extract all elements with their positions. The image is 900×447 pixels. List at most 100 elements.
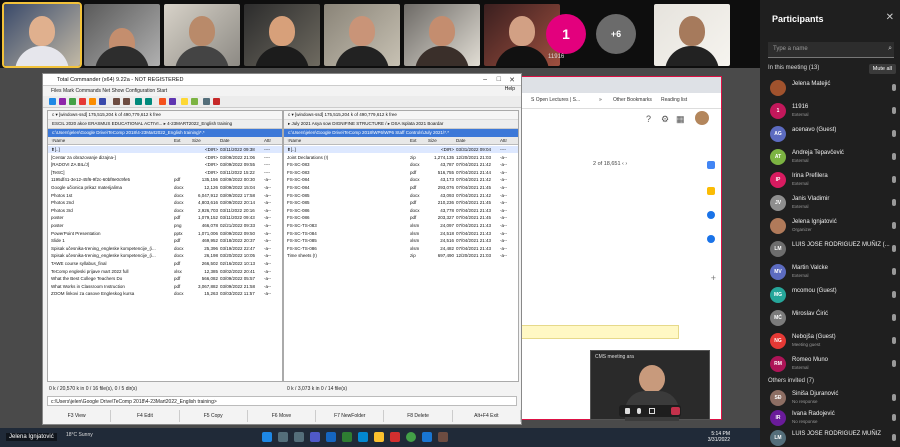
clock[interactable]: 5:14 PM 3/31/2022 bbox=[708, 431, 730, 443]
edge-icon[interactable] bbox=[358, 432, 368, 442]
left-drive-bar[interactable]: c ▾ [windows-ssd] 175,515,204 k of 490,7… bbox=[48, 111, 282, 120]
file-row[interactable]: FS-SC-TS-084 xlsm 24,518 07/04/2021 21:43 -a… bbox=[284, 230, 518, 237]
left-folder-tabs[interactable]: ESCIL 2020 akce ERASMUS EDUCATIONAL ACTI… bbox=[48, 120, 282, 129]
video-tile-2[interactable] bbox=[84, 4, 160, 66]
participant-row[interactable]: NG Nebojša (Guest) Meeting guest bbox=[770, 331, 898, 353]
minimize-icon[interactable]: – bbox=[483, 76, 487, 83]
bookmark-reading-list[interactable]: Reading list bbox=[661, 97, 687, 103]
excel-icon[interactable] bbox=[342, 432, 352, 442]
rename-icon[interactable] bbox=[169, 98, 176, 105]
participant-bubble-11916[interactable]: 1 bbox=[546, 14, 586, 54]
f4-edit-button[interactable]: F4 Edit bbox=[111, 410, 180, 422]
file-row[interactable]: Photos 2nd docx 4,803,616 03/09/2022 20:14 -… bbox=[48, 199, 282, 206]
file-row[interactable]: ⬆[..] <DIR> 03/31/2022 09:04 ---- bbox=[284, 146, 518, 154]
ftp-icon[interactable] bbox=[191, 98, 198, 105]
tc-menu[interactable]: Files Mark Commands Net Show Configurati… bbox=[43, 86, 521, 96]
col-attr[interactable]: Attr bbox=[500, 137, 516, 145]
file-row[interactable]: [TeSC] <DIR> 03/11/2022 15:22 ---- bbox=[48, 169, 282, 176]
weather-widget[interactable]: 18°C Sunny bbox=[66, 432, 93, 438]
right-folder-tabs[interactable]: ▸ July 2021 Asya sow DIGNIFINE STRUCTURE… bbox=[284, 120, 518, 129]
participant-row[interactable]: AG acenavo (Guest) bbox=[770, 124, 898, 146]
file-explorer-icon[interactable] bbox=[374, 432, 384, 442]
right-file-pane[interactable]: c ▾ [windows-ssd] 175,515,204 k of 490,7… bbox=[283, 110, 519, 382]
participant-row[interactable]: LM LUIS JOSE RODRIGUEZ MUÑIZ bbox=[770, 428, 898, 447]
file-row[interactable]: poster png 466,078 02/21/2022 09:33 -a-- bbox=[48, 222, 282, 229]
file-row[interactable]: Time sheets (!) zip 697,490 12/20/2021 21:0… bbox=[284, 252, 518, 259]
start-icon[interactable] bbox=[262, 432, 272, 442]
file-row[interactable]: FS-SC-TS-085 xlsm 24,516 07/04/2021 21:43 -a… bbox=[284, 237, 518, 244]
search-icon[interactable] bbox=[159, 98, 166, 105]
file-row[interactable]: FS-SC-TS-083 xlsm 24,097 07/04/2021 21:43 -a… bbox=[284, 222, 518, 229]
mute-all-button[interactable]: Mute all bbox=[868, 64, 896, 74]
col-ext[interactable]: Ext bbox=[174, 137, 188, 145]
bookmark-other[interactable]: Other Bookmarks bbox=[613, 97, 652, 103]
add-icon[interactable]: + bbox=[711, 273, 716, 283]
file-row[interactable]: [RADOVI ZA BIL/J] <DIR> 03/09/2022 09:55 --… bbox=[48, 161, 282, 168]
f8-delete-button[interactable]: F8 Delete bbox=[384, 410, 453, 422]
share-icon[interactable] bbox=[649, 408, 655, 414]
unpack-icon[interactable] bbox=[145, 98, 152, 105]
file-row[interactable]: FS-SC-084 docx 43,173 07/04/2021 21:42 -a-- bbox=[284, 176, 518, 183]
col-attr[interactable]: Attr bbox=[264, 137, 280, 145]
contacts-icon[interactable] bbox=[707, 235, 715, 243]
maximize-icon[interactable]: □ bbox=[497, 76, 501, 83]
participant-row[interactable]: IR Ivana Radojević No response bbox=[770, 408, 898, 430]
powerpoint-icon[interactable] bbox=[390, 432, 400, 442]
file-row[interactable]: FS-SC-TS-086 xlsm 24,482 07/04/2021 21:43 -a… bbox=[284, 245, 518, 252]
file-row[interactable]: Slide 1 pdf 469,952 03/18/2022 20:37 -a-- bbox=[48, 237, 282, 244]
file-row[interactable]: TeComp engleski prijave mart 2022 full xl… bbox=[48, 268, 282, 275]
pack-icon[interactable] bbox=[135, 98, 142, 105]
bookmark-overflow[interactable]: » bbox=[599, 97, 602, 103]
file-row[interactable]: Spisak učesnika-trening_engleske kompete… bbox=[48, 252, 282, 259]
video-tile-4[interactable] bbox=[244, 4, 320, 66]
search-input[interactable]: Type a name ⌕ bbox=[768, 42, 894, 58]
col-size[interactable]: Size bbox=[428, 137, 454, 145]
brief-view-icon[interactable] bbox=[59, 98, 66, 105]
search-icon[interactable]: ⌕ bbox=[888, 45, 892, 53]
video-tile-6[interactable] bbox=[404, 4, 480, 66]
participant-row[interactable]: MG mcomou (Guest) bbox=[770, 285, 898, 307]
video-tile-5[interactable] bbox=[324, 4, 400, 66]
others-invited-header[interactable]: Others invited (7) bbox=[768, 378, 814, 384]
config-icon[interactable] bbox=[213, 98, 220, 105]
file-row[interactable]: TAWE course syllabus_final pdf 266,502 02/1… bbox=[48, 260, 282, 267]
mic-icon[interactable] bbox=[637, 408, 641, 414]
file-row[interactable]: FS-SC-085 docx 43,093 07/04/2021 21:42 -a-- bbox=[284, 192, 518, 199]
refresh-icon[interactable] bbox=[49, 98, 56, 105]
file-row[interactable]: [Centar za obrazovanje dizajna-] <DIR> 03/… bbox=[48, 154, 282, 161]
file-row[interactable]: Photos 3rd docx 2,926,703 03/11/2022 20:16 -… bbox=[48, 207, 282, 214]
f6-move-button[interactable]: F6 Move bbox=[248, 410, 317, 422]
col-size[interactable]: Size bbox=[192, 137, 218, 145]
right-column-headers[interactable]: ↑Name Ext Size Date Attr bbox=[284, 137, 518, 145]
participant-row[interactable]: AT Andreja Tepavčević External bbox=[770, 147, 898, 169]
col-name[interactable]: ↑Name bbox=[51, 137, 171, 145]
task-view-icon[interactable] bbox=[294, 432, 304, 442]
right-path[interactable]: c:\Users\jelen\Google Drive\TeComp 2018\… bbox=[284, 129, 518, 137]
col-ext[interactable]: Ext bbox=[410, 137, 424, 145]
exit-button[interactable]: Alt+F4 Exit bbox=[453, 410, 521, 422]
apps-grid-icon[interactable]: ▦ bbox=[676, 114, 685, 125]
col-date[interactable]: Date bbox=[456, 137, 496, 145]
notepad-icon[interactable] bbox=[203, 98, 210, 105]
f5-copy-button[interactable]: F5 Copy bbox=[180, 410, 248, 422]
search-icon[interactable] bbox=[278, 432, 288, 442]
video-tile-3[interactable] bbox=[164, 4, 240, 66]
teams-icon[interactable] bbox=[310, 432, 320, 442]
in-meeting-header[interactable]: In this meeting (13) bbox=[768, 65, 819, 71]
participant-row[interactable]: LM LUIS JOSE RODRIGUEZ MUÑIZ (... bbox=[770, 239, 898, 261]
left-path[interactable]: c:\Users\jelen\Google Drive\TeComp 2018\… bbox=[48, 129, 282, 137]
participant-row[interactable]: 1 11916 External bbox=[770, 101, 898, 123]
video-tile-8[interactable] bbox=[654, 4, 730, 66]
tree-icon[interactable] bbox=[79, 98, 86, 105]
participant-row[interactable]: JV Janis Vladimir External bbox=[770, 193, 898, 215]
col-date[interactable]: Date bbox=[220, 137, 260, 145]
video-tile-self[interactable] bbox=[2, 2, 82, 68]
file-row[interactable]: PowerPoint Presentation pptx 1,071,006 03/0… bbox=[48, 230, 282, 237]
back-icon[interactable] bbox=[113, 98, 120, 105]
file-row[interactable]: What the Best College Teachers Do pdf 566,… bbox=[48, 275, 282, 282]
hang-up-icon[interactable] bbox=[671, 407, 680, 415]
calendar-icon[interactable] bbox=[707, 161, 715, 169]
file-row[interactable]: FS-SC-083 pdf 516,755 07/04/2021 21:44 -a-- bbox=[284, 169, 518, 176]
participant-row[interactable]: MV Martin Valcke External bbox=[770, 262, 898, 284]
help-icon[interactable]: ? bbox=[646, 114, 651, 124]
